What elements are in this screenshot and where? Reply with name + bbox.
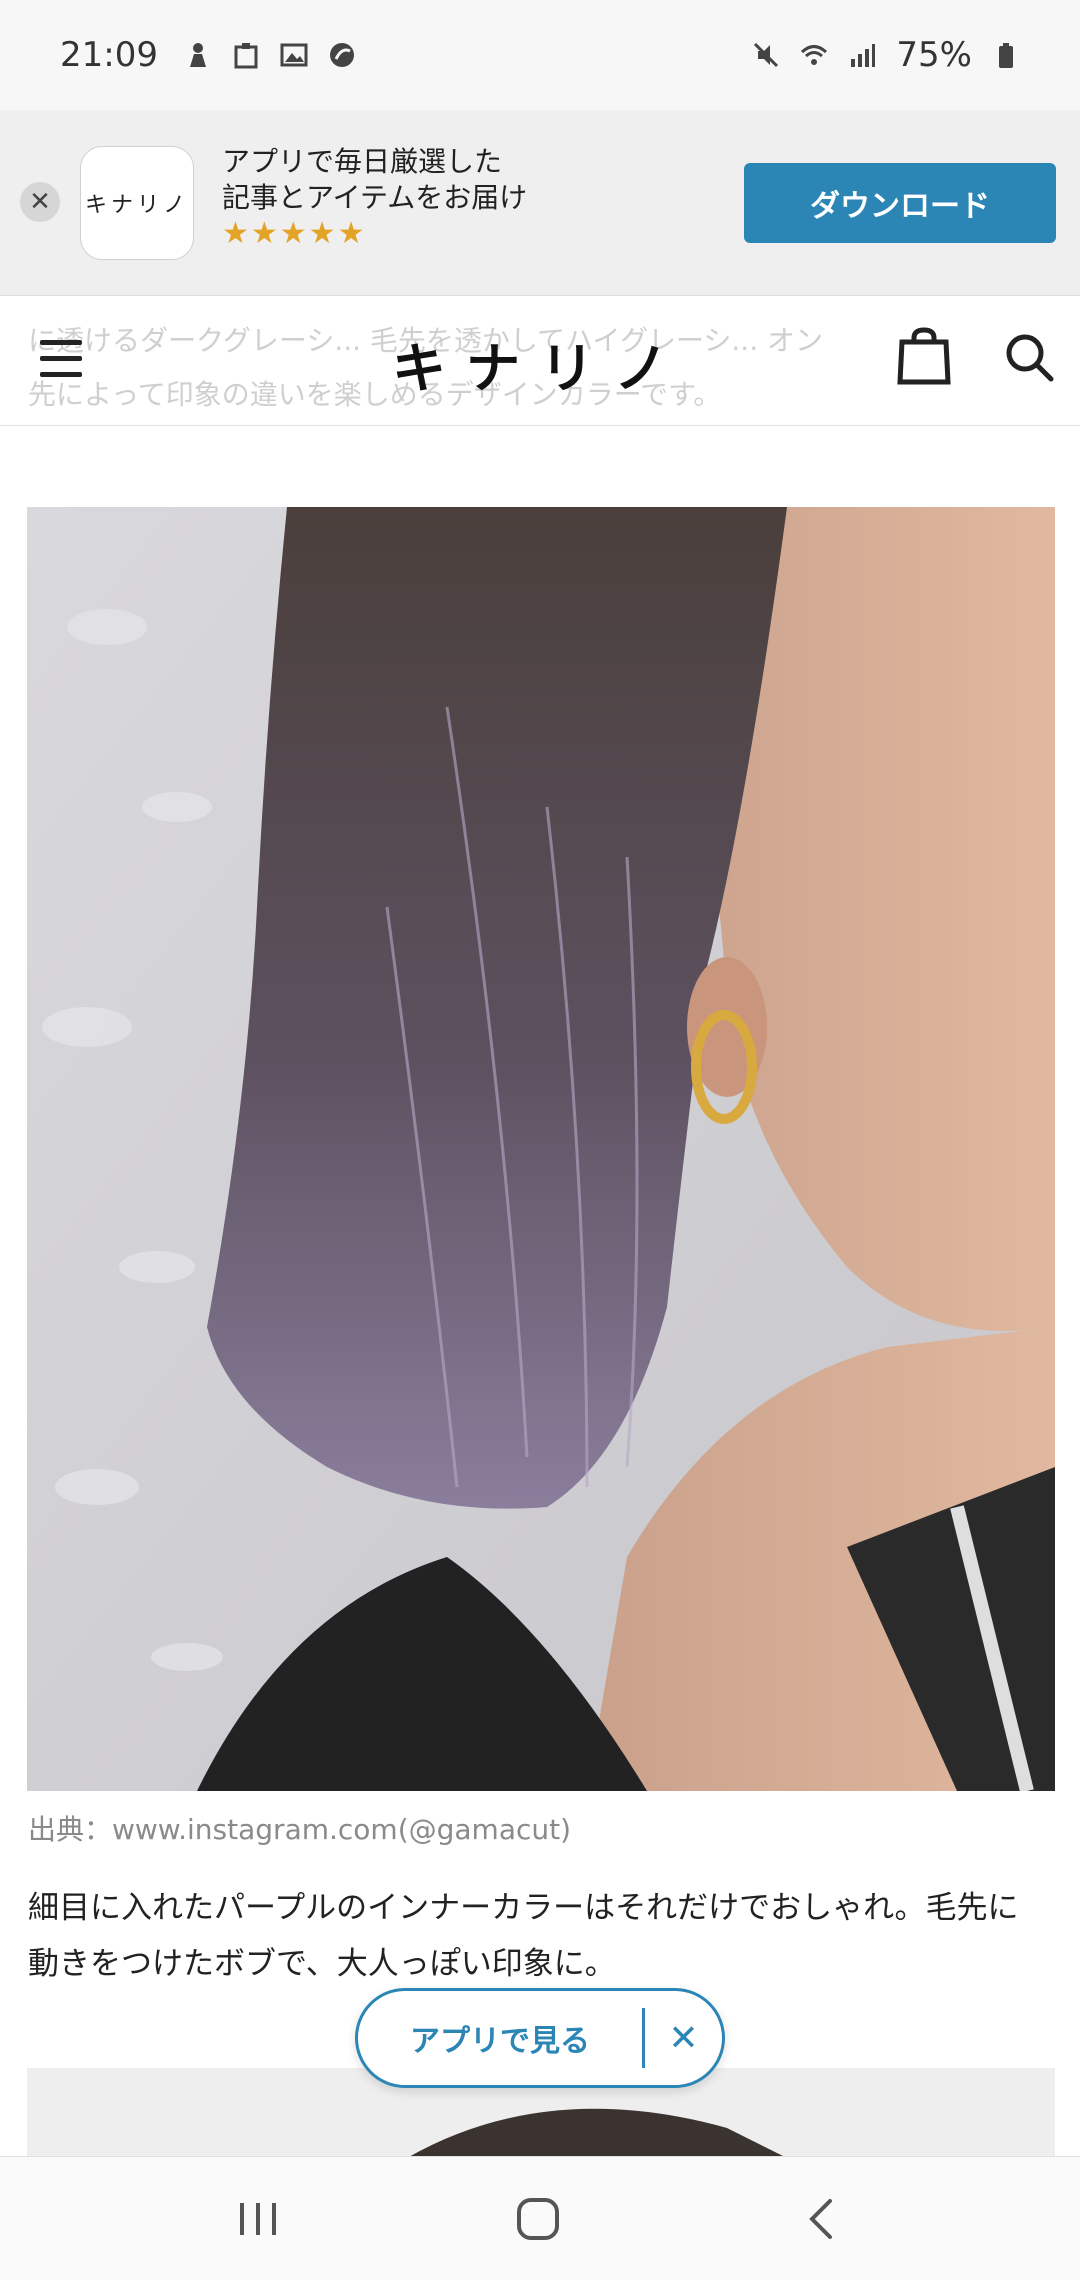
banner-text: アプリで毎日厳選した 記事とアイテムをお届け ★★★★★ bbox=[222, 144, 527, 252]
pill-close-button[interactable]: ✕ bbox=[645, 2018, 722, 2059]
open-in-app-pill: アプリで見る ✕ bbox=[355, 1988, 725, 2088]
open-in-app-button[interactable]: アプリで見る bbox=[358, 2016, 642, 2060]
mute-icon bbox=[754, 42, 779, 68]
download-button[interactable]: ダウンロード bbox=[744, 163, 1056, 243]
site-header: に透けるダークグレーシ... 毛先を透かしてハイグレーシ... オン 先によって… bbox=[0, 296, 1080, 426]
person-icon bbox=[189, 43, 206, 67]
app-install-banner: ✕ キナリノ アプリで毎日厳選した 記事とアイテムをお届け ★★★★★ ダウンロ… bbox=[0, 110, 1080, 296]
battery-percent: 75% bbox=[896, 35, 972, 75]
image-source-caption[interactable]: 出典：www.instagram.com(@gamacut) bbox=[28, 1808, 571, 1848]
system-navigation-bar bbox=[0, 2156, 1080, 2280]
wifi-icon bbox=[801, 45, 828, 65]
status-bar: 21:09 75% bbox=[0, 0, 1080, 110]
banner-close-button[interactable]: ✕ bbox=[20, 182, 60, 222]
article-photo bbox=[27, 507, 1055, 1791]
recent-apps-icon[interactable] bbox=[236, 2199, 280, 2239]
banner-line-2: 記事とアイテムをお届け bbox=[222, 181, 528, 214]
status-time: 21:09 bbox=[60, 35, 158, 75]
rating-stars: ★★★★★ bbox=[222, 216, 367, 251]
photo-illustration bbox=[27, 507, 1055, 1791]
app-logo: キナリノ bbox=[80, 146, 194, 260]
battery-icon bbox=[999, 43, 1013, 68]
article-body-text: 細目に入れたパープルのインナーカラーはそれだけでおしゃれ。毛先に 動きをつけたボ… bbox=[28, 1890, 1019, 1982]
pie-icon bbox=[329, 43, 354, 67]
shopping-bag-icon[interactable] bbox=[896, 326, 952, 386]
signal-icon bbox=[851, 44, 876, 67]
home-icon[interactable] bbox=[516, 2197, 560, 2241]
banner-line-1: アプリで毎日厳選した bbox=[222, 145, 503, 178]
search-icon[interactable] bbox=[1004, 332, 1054, 382]
back-icon[interactable] bbox=[806, 2197, 836, 2241]
clipboard-icon bbox=[234, 43, 258, 69]
image-icon bbox=[280, 43, 308, 67]
